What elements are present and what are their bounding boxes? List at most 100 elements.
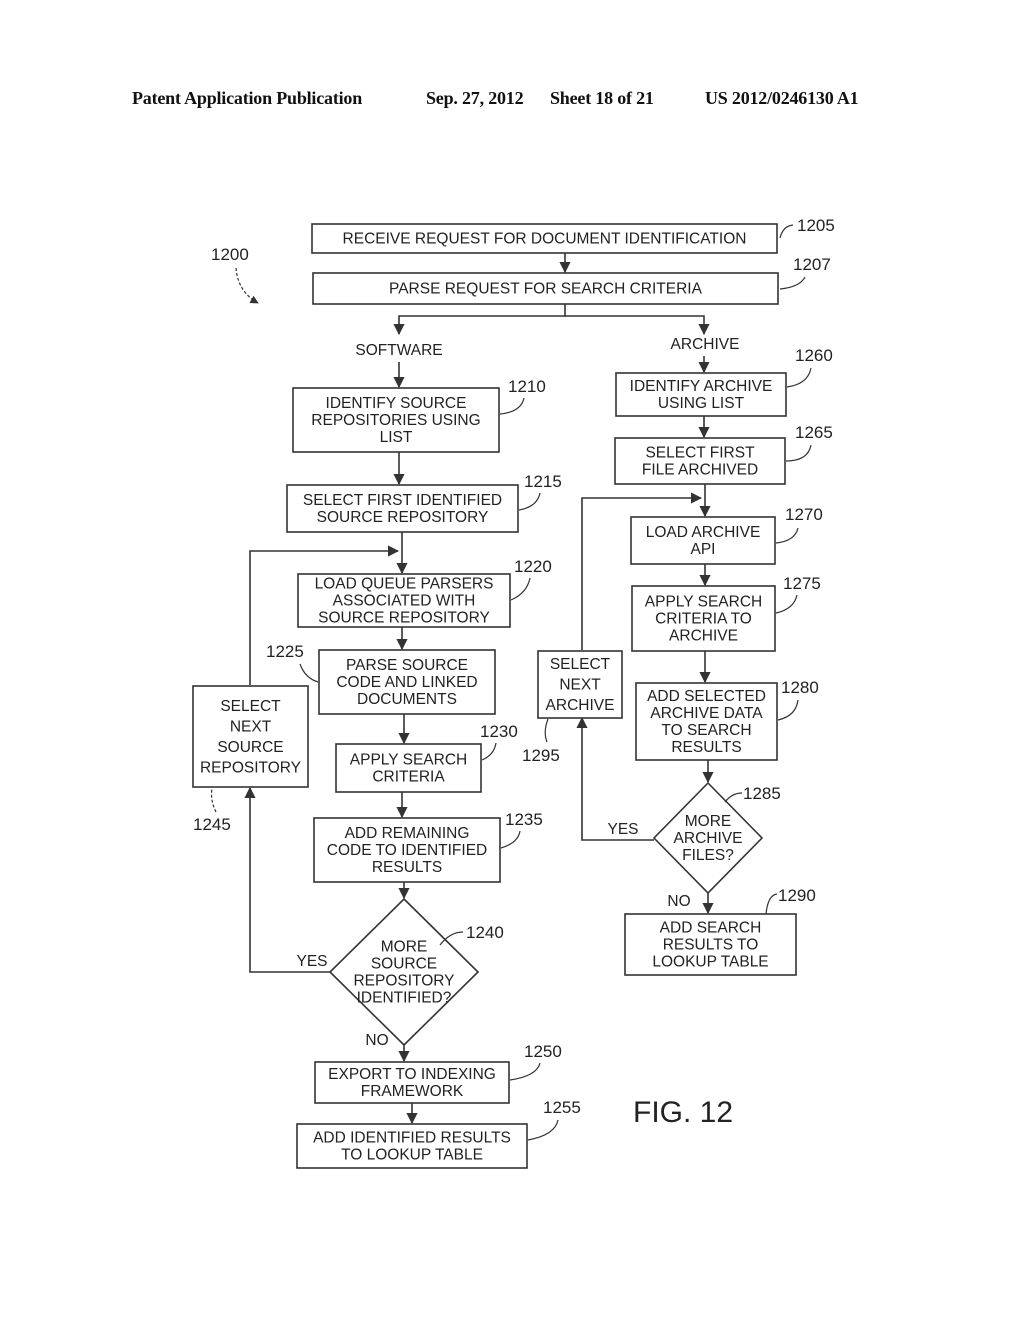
reference-number: 1220 <box>514 557 552 576</box>
reference-leader-line <box>527 1119 559 1141</box>
node-text-line: APPLY SEARCH <box>645 594 762 611</box>
node-text-line: REPOSITORY <box>353 973 454 990</box>
reference-number: 1285 <box>743 784 781 803</box>
node-1205: RECEIVE REQUEST FOR DOCUMENT IDENTIFICAT… <box>311 216 835 254</box>
flowchart: 1200 SOFTWARE ARCHIVE YES NO YES NO FIG.… <box>192 216 835 1169</box>
node-text-line: ARCHIVE DATA <box>650 705 763 722</box>
node-text-line: REPOSITORIES USING <box>311 412 480 429</box>
figure-ref-arrow-icon <box>235 267 259 304</box>
node-1275: APPLY SEARCHCRITERIA TOARCHIVE 1275 <box>631 574 821 652</box>
node-text-line: ADD IDENTIFIED RESULTS <box>313 1130 511 1147</box>
node-text-line: SELECT <box>550 656 611 673</box>
reference-leader-line <box>499 397 525 415</box>
node-text-line: FRAMEWORK <box>361 1083 464 1100</box>
node-text-line: APPLY SEARCH <box>350 752 467 769</box>
reference-number: 1215 <box>524 472 562 491</box>
node-text-line: RESULTS TO <box>663 937 759 954</box>
reference-number: 1245 <box>193 815 231 834</box>
reference-number: 1275 <box>783 574 821 593</box>
node-text-line: IDENTIFY ARCHIVE <box>630 378 773 395</box>
node-1235: ADD REMAININGCODE TO IDENTIFIEDRESULTS 12… <box>313 810 543 883</box>
node-text-line: SELECT FIRST IDENTIFIED <box>303 492 502 509</box>
node-text-line: CRITERIA TO <box>655 611 752 628</box>
reference-number: 1207 <box>793 255 831 274</box>
node-1250: EXPORT TO INDEXINGFRAMEWORK 1250 <box>314 1042 562 1104</box>
node-text-line: SOURCE <box>217 739 283 756</box>
reference-number: 1295 <box>522 746 560 765</box>
node-text-line: API <box>691 541 716 558</box>
node-text-line: ARCHIVE <box>669 628 738 645</box>
node-1210: IDENTIFY SOURCEREPOSITORIES USINGLIST 121… <box>292 377 546 453</box>
reference-leader-line <box>509 1062 541 1081</box>
node-1260: IDENTIFY ARCHIVEUSING LIST 1260 <box>615 346 833 417</box>
edge-label-yes-1240: YES <box>296 953 327 970</box>
reference-number: 1205 <box>797 216 835 235</box>
node-text-line: ADD REMAINING <box>345 825 470 842</box>
node-text-line: SELECT FIRST <box>645 445 755 462</box>
branch-software-label: SOFTWARE <box>355 342 442 359</box>
reference-leader-line <box>779 224 794 239</box>
reference-leader-line <box>765 893 778 915</box>
node-text-line: SOURCE <box>371 956 437 973</box>
node-text-line: SELECT <box>220 698 281 715</box>
reference-number: 1255 <box>543 1098 581 1117</box>
edge-label-yes-1285: YES <box>607 821 638 838</box>
nodes-layer: RECEIVE REQUEST FOR DOCUMENT IDENTIFICAT… <box>192 216 835 1169</box>
edge-label-no-1285: NO <box>667 893 690 910</box>
reference-leader-line <box>786 367 812 388</box>
reference-leader-line <box>775 594 798 614</box>
node-text-line: ADD SEARCH <box>660 920 762 937</box>
node-text-line: LOOKUP TABLE <box>652 954 768 971</box>
reference-leader-line <box>481 742 497 761</box>
node-text-line: EXPORT TO INDEXING <box>328 1066 496 1083</box>
node-text-line: CODE AND LINKED <box>336 674 477 691</box>
reference-leader-line <box>510 577 531 601</box>
node-text-line: RESULTS <box>372 859 442 876</box>
reference-leader-line <box>775 527 799 544</box>
node-1240: MORESOURCEREPOSITORYIDENTIFIED? 1240 <box>328 897 504 1047</box>
reference-leader-line <box>544 718 549 743</box>
reference-leader-line <box>777 699 799 721</box>
reference-number: 1250 <box>524 1042 562 1061</box>
node-text-line: MORE <box>381 939 428 956</box>
node-1220: LOAD QUEUE PARSERSASSOCIATED WITHSOURCE … <box>297 557 552 628</box>
node-text-line: ARCHIVE <box>546 697 615 714</box>
reference-number: 1270 <box>785 505 823 524</box>
edge-label-no-1240: NO <box>365 1032 388 1049</box>
node-1290: ADD SEARCHRESULTS TOLOOKUP TABLE 1290 <box>624 886 816 976</box>
node-text-line: TO LOOKUP TABLE <box>341 1147 483 1164</box>
node-text-line: IDENTIFIED? <box>357 990 452 1007</box>
figure-ref-number: 1200 <box>211 245 249 264</box>
branch-archive-label: ARCHIVE <box>671 336 740 353</box>
figure-label: FIG. 12 <box>633 1096 733 1129</box>
reference-leader-line <box>299 663 319 683</box>
node-1207: PARSE REQUEST FOR SEARCH CRITERIA 1207 <box>312 255 831 305</box>
node-text-line: DOCUMENTS <box>357 691 457 708</box>
node-text-line: SOURCE REPOSITORY <box>317 509 489 526</box>
reference-leader-line <box>785 444 812 462</box>
node-1285: MOREARCHIVEFILES? 1285 <box>652 781 781 895</box>
node-text-line: LIST <box>380 429 413 446</box>
node-text-line: CRITERIA <box>372 769 445 786</box>
reference-number: 1260 <box>795 346 833 365</box>
node-text-line: NEXT <box>559 677 601 694</box>
node-text-line: FILES? <box>682 847 734 864</box>
node-text-line: FILE ARCHIVED <box>642 462 758 479</box>
node-1295: SELECT NEXT ARCHIVE 1295 <box>522 650 623 765</box>
edge-1207-archive <box>565 315 710 336</box>
reference-number: 1230 <box>480 722 518 741</box>
node-text-line: USING LIST <box>658 395 745 412</box>
reference-leader-line <box>518 492 541 511</box>
node-text-line: IDENTIFY SOURCE <box>326 395 467 412</box>
reference-leader-line <box>500 830 521 849</box>
node-1265: SELECT FIRSTFILE ARCHIVED 1265 <box>614 423 833 485</box>
node-text-line: ADD SELECTED <box>647 688 766 705</box>
node-text-line: NEXT <box>230 718 272 735</box>
node-text-line: LOAD QUEUE PARSERS <box>315 576 494 593</box>
reference-number: 1225 <box>266 642 304 661</box>
reference-leader-line <box>210 787 217 813</box>
reference-number: 1265 <box>795 423 833 442</box>
node-text-line: TO SEARCH <box>661 722 751 739</box>
node-text-line: RESULTS <box>671 739 741 756</box>
reference-leader-line <box>779 276 806 290</box>
